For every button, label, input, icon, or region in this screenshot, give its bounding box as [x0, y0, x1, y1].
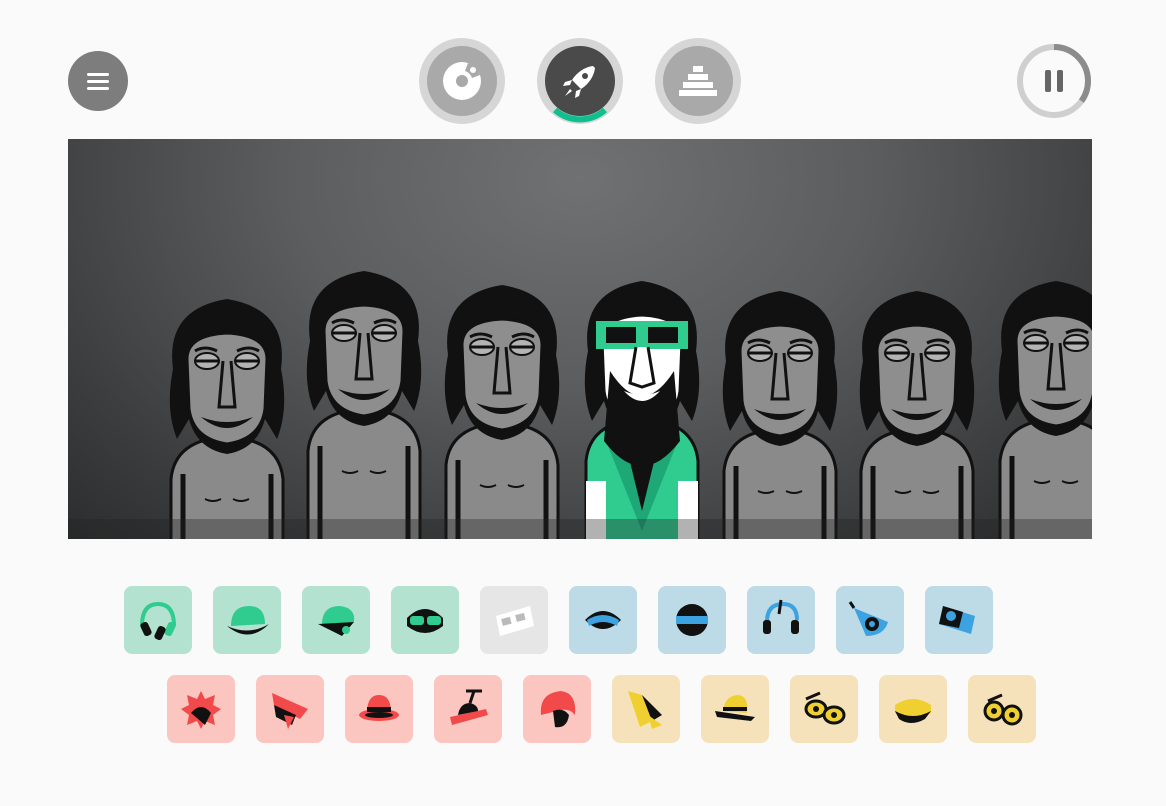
sound-slot-visor[interactable] [569, 586, 637, 654]
character-1[interactable] [169, 299, 285, 539]
playback-progress-ring [1017, 44, 1091, 118]
sound-slot-round-glasses[interactable] [968, 675, 1036, 743]
3d-glasses-icon [496, 606, 534, 636]
character-5[interactable] [722, 291, 838, 539]
visor-icon [585, 611, 621, 629]
cap-icon [227, 606, 269, 635]
temple-icon [679, 66, 717, 96]
headset-icon [763, 599, 799, 634]
sound-slot-headset[interactable] [747, 586, 815, 654]
fedora-icon [359, 695, 399, 721]
beret-icon [895, 699, 931, 723]
sound-slot-beret[interactable] [879, 675, 947, 743]
eye-patch-icon [848, 601, 888, 636]
hood-icon [540, 691, 576, 728]
cap-visor-icon [318, 606, 355, 636]
sound-slot-scarf[interactable] [612, 675, 680, 743]
round-glasses-icon [983, 693, 1023, 726]
sound-slot-propeller-hat[interactable] [434, 675, 502, 743]
vinyl-disc-icon [443, 62, 481, 100]
sound-slot-bandana[interactable] [256, 675, 324, 743]
character-2[interactable] [306, 271, 422, 539]
stage-floor-shadow [68, 519, 1092, 539]
propeller-hat-icon [450, 689, 488, 725]
sound-slot-sunglasses[interactable] [790, 675, 858, 743]
character-3[interactable] [444, 285, 560, 539]
sound-slot-cap[interactable] [213, 586, 281, 654]
straw-hat-icon [715, 695, 755, 721]
scarf-icon [628, 691, 662, 729]
headphones-icon [140, 601, 176, 641]
sound-slot-hood[interactable] [523, 675, 591, 743]
sound-slot-spiky-hair[interactable] [167, 675, 235, 743]
sound-slot-cap-visor[interactable] [302, 586, 370, 654]
sound-slot-mask[interactable] [658, 586, 726, 654]
mode-button-vinyl[interactable] [419, 38, 505, 124]
camera-icon [939, 606, 975, 634]
sound-slot-goggles[interactable] [391, 586, 459, 654]
sound-slot-headphones[interactable] [124, 586, 192, 654]
spiky-hair-icon [181, 691, 221, 729]
pause-button[interactable] [1016, 43, 1092, 119]
character-7[interactable] [998, 281, 1092, 539]
hamburger-icon [87, 73, 109, 90]
sound-slot-fedora[interactable] [345, 675, 413, 743]
character-4[interactable] [584, 281, 700, 539]
character-6[interactable] [859, 291, 975, 539]
pause-icon [1045, 70, 1063, 92]
sound-slot-straw-hat[interactable] [701, 675, 769, 743]
rocket-icon [563, 66, 595, 98]
sound-slot-3d-glasses[interactable] [480, 586, 548, 654]
bandana-icon [272, 693, 308, 729]
mode-button-temple[interactable] [655, 38, 741, 124]
sound-slot-camera[interactable] [925, 586, 993, 654]
mode-button-rocket[interactable] [537, 38, 623, 124]
sound-slot-eye-patch[interactable] [836, 586, 904, 654]
character-stage [68, 139, 1092, 539]
menu-button[interactable] [68, 51, 128, 111]
mask-icon [676, 604, 708, 636]
goggles-icon [407, 609, 443, 633]
sunglasses-icon [804, 691, 846, 725]
